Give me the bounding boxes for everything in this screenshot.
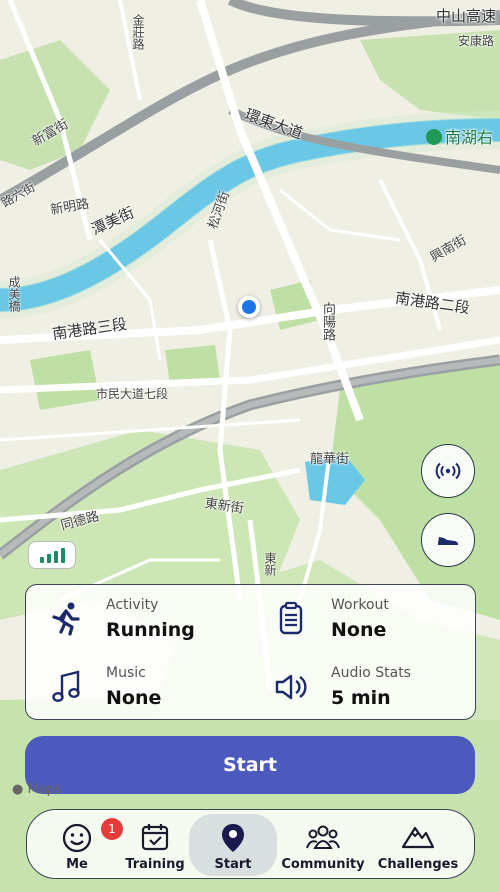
map-label-street: 市民大道七段 bbox=[96, 387, 169, 401]
map-label-street: 東新 bbox=[263, 552, 277, 576]
audio-stats-value: 5 min bbox=[331, 687, 391, 709]
music-label: Music bbox=[106, 665, 146, 681]
map-label-street: 金莊路 bbox=[131, 14, 145, 50]
nav-item-start[interactable]: Start bbox=[189, 814, 277, 876]
clipboard-icon bbox=[279, 601, 303, 635]
workout-label: Workout bbox=[331, 597, 389, 613]
map-label-street: 安康路 bbox=[458, 34, 495, 48]
map-label-street: 向陽路 bbox=[320, 302, 335, 341]
calendar-check-icon bbox=[141, 824, 169, 851]
current-location-dot bbox=[238, 296, 260, 318]
signal-indicator[interactable] bbox=[28, 541, 76, 569]
start-button[interactable]: Start bbox=[25, 736, 475, 794]
workout-value: None bbox=[331, 619, 387, 641]
map-label-bridge: 成美橋 bbox=[7, 276, 21, 312]
nav-label: Me bbox=[66, 857, 88, 872]
smiley-icon bbox=[62, 823, 92, 853]
mountain-icon bbox=[401, 826, 435, 849]
map-label-highway: 中山高速 bbox=[436, 7, 497, 25]
map-label-park: 南湖右 bbox=[426, 124, 493, 148]
music-value: None bbox=[106, 687, 162, 709]
people-icon bbox=[306, 825, 340, 849]
signal-bar bbox=[60, 548, 65, 563]
music-note-icon bbox=[52, 670, 80, 703]
nav-label: Community bbox=[281, 857, 365, 872]
nav-item-challenges[interactable]: Challenges bbox=[371, 810, 465, 878]
broadcast-icon bbox=[435, 462, 461, 480]
signal-bar bbox=[53, 551, 58, 563]
apple-maps-attribution: ● Maps bbox=[12, 782, 62, 797]
broadcast-button[interactable] bbox=[421, 444, 475, 498]
nav-item-community[interactable]: Community bbox=[277, 810, 369, 878]
apple-logo-icon: ● bbox=[12, 782, 24, 797]
music-cell[interactable]: Music None bbox=[26, 653, 246, 717]
workout-cell[interactable]: Workout None bbox=[251, 585, 471, 649]
signal-bar bbox=[39, 557, 44, 563]
bottom-nav: 1 Me Training Start Community Challenges bbox=[26, 809, 475, 879]
activity-cell[interactable]: Activity Running bbox=[26, 585, 246, 649]
nav-label: Start bbox=[214, 857, 252, 872]
speaker-icon bbox=[275, 674, 307, 700]
activity-value: Running bbox=[106, 619, 195, 641]
map-label-street: 龍華街 bbox=[310, 452, 350, 467]
signal-bar bbox=[46, 554, 51, 563]
location-pin-icon bbox=[222, 824, 244, 852]
nav-item-training[interactable]: Training bbox=[111, 810, 199, 878]
nav-label: Challenges bbox=[377, 857, 459, 872]
shoe-button[interactable] bbox=[421, 513, 475, 567]
tree-icon bbox=[426, 129, 442, 145]
nav-item-me[interactable]: 1 Me bbox=[33, 810, 123, 878]
activity-label: Activity bbox=[106, 597, 159, 613]
audio-stats-cell[interactable]: Audio Stats 5 min bbox=[251, 653, 471, 717]
shoe-icon bbox=[438, 537, 458, 545]
nav-label: Training bbox=[125, 857, 185, 872]
runner-icon bbox=[52, 602, 80, 636]
audio-stats-label: Audio Stats bbox=[331, 665, 411, 681]
activity-settings-card: Activity Running Workout None Music None… bbox=[25, 584, 476, 720]
